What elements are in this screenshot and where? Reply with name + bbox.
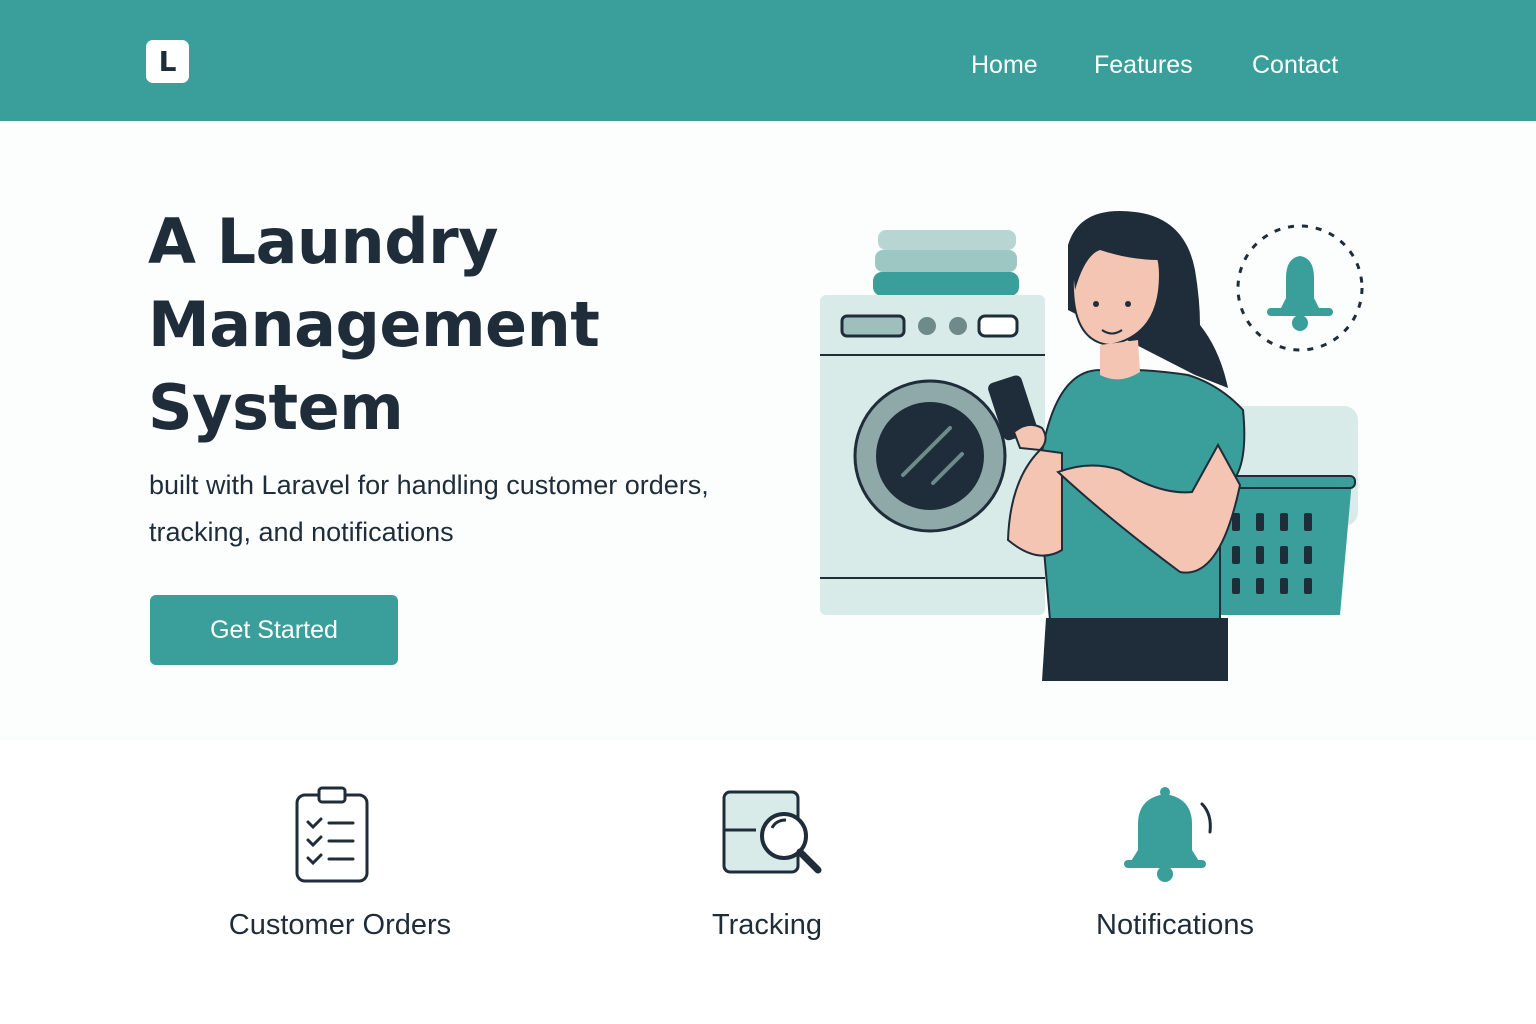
bell-icon <box>1124 787 1212 882</box>
features-section: Customer Orders Tracking Notifications <box>0 740 1536 1024</box>
clipboard-checklist-icon <box>295 786 369 883</box>
nav-link-features[interactable]: Features <box>1094 48 1193 82</box>
bell-bubble <box>1236 224 1364 352</box>
washing-machine <box>820 295 1045 615</box>
logo[interactable]: L <box>146 40 189 83</box>
get-started-button[interactable]: Get Started <box>150 595 398 665</box>
navbar: L Home Features Contact <box>0 0 1536 121</box>
hero-title: A Laundry Management System <box>148 205 600 444</box>
nav-link-home[interactable]: Home <box>971 48 1038 82</box>
feature-label-tracking: Tracking <box>711 909 823 941</box>
folded-towels <box>873 230 1019 296</box>
magnifier-tracking-icon <box>722 790 822 874</box>
hero-subtitle: built with Laravel for handling customer… <box>149 470 709 547</box>
feature-label-notifications: Notifications <box>1096 909 1254 941</box>
nav-link-contact[interactable]: Contact <box>1252 48 1338 82</box>
laundry-illustration <box>820 210 1364 681</box>
feature-label-customer-orders: Customer Orders <box>228 909 452 941</box>
